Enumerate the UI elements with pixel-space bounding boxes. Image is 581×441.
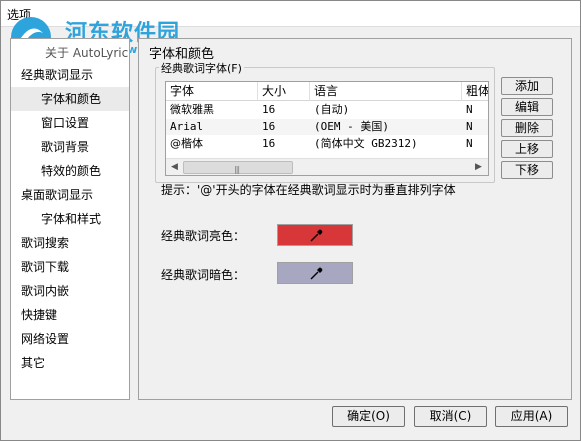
- bright-color-label: 经典歌词亮色：: [161, 229, 246, 243]
- cell-bold: N: [466, 120, 473, 133]
- nav-item[interactable]: 歌词下载: [11, 255, 129, 279]
- horizontal-scrollbar[interactable]: ◀ ||| ▶: [166, 158, 488, 175]
- column-size[interactable]: 大小: [258, 82, 310, 101]
- add-button[interactable]: 添加: [501, 77, 553, 95]
- cell-font: Arial: [170, 120, 204, 133]
- nav-item[interactable]: 特效的颜色: [11, 159, 129, 183]
- column-font[interactable]: 字体: [166, 82, 258, 101]
- scroll-right-icon[interactable]: ▶: [471, 160, 486, 175]
- column-language[interactable]: 语言: [310, 82, 462, 101]
- cancel-button[interactable]: 取消(C): [414, 406, 487, 427]
- hint-text: 提示：'@'开头的字体在经典歌词显示时为垂直排列字体: [161, 183, 456, 197]
- nav-item[interactable]: 桌面歌词显示: [11, 183, 129, 207]
- eyedropper-icon: [310, 267, 323, 280]
- nav-item[interactable]: 经典歌词显示: [11, 63, 129, 87]
- cell-language: (简体中文 GB2312): [314, 137, 418, 150]
- delete-button[interactable]: 删除: [501, 119, 553, 137]
- ok-button[interactable]: 确定(O): [332, 406, 405, 427]
- nav-item[interactable]: 快捷键: [11, 303, 129, 327]
- cell-bold: N: [466, 137, 473, 150]
- cell-language: (自动): [314, 103, 350, 116]
- cell-size: 16: [262, 137, 276, 150]
- eyedropper-icon: [310, 229, 323, 242]
- table-row[interactable]: @楷体 16 (简体中文 GB2312) N: [166, 136, 488, 152]
- cell-language: (OEM - 美国): [314, 120, 389, 133]
- move-up-button[interactable]: 上移: [501, 140, 553, 158]
- group-label: 经典歌词字体(F): [159, 60, 244, 76]
- bright-color-swatch[interactable]: [277, 224, 353, 246]
- nav-item[interactable]: 歌词内嵌: [11, 279, 129, 303]
- nav-item[interactable]: 字体和样式: [11, 207, 129, 231]
- nav-item[interactable]: 歌词背景: [11, 135, 129, 159]
- column-bold[interactable]: 粗体: [462, 82, 488, 101]
- font-list[interactable]: 字体 大小 语言 粗体 微软雅黑 16 (自动) N Arial 16 (OEM…: [165, 81, 489, 176]
- cell-size: 16: [262, 120, 276, 133]
- options-dialog: 选项 河东软件园 www.pc0359.cn 关于 AutoLyric 经典歌词…: [0, 0, 581, 441]
- scrollbar-thumb[interactable]: |||: [183, 161, 293, 174]
- scroll-left-icon[interactable]: ◀: [167, 160, 182, 175]
- dark-color-swatch[interactable]: [277, 262, 353, 284]
- dark-color-label: 经典歌词暗色：: [161, 268, 246, 282]
- nav-list: 经典歌词显示 字体和颜色 窗口设置 歌词背景 特效的颜色 桌面歌词显示 字体和样式 歌词搜索歌…: [11, 63, 129, 375]
- settings-nav: 关于 AutoLyric 经典歌词显示 字体和颜色 窗口设置 歌词背景 特效的颜色 桌面歌…: [10, 38, 130, 400]
- cell-size: 16: [262, 103, 276, 116]
- grip-icon: |||: [234, 165, 240, 174]
- move-down-button[interactable]: 下移: [501, 161, 553, 179]
- nav-item[interactable]: 歌词搜索: [11, 231, 129, 255]
- cell-font: 微软雅黑: [170, 103, 214, 116]
- nav-item[interactable]: 字体和颜色: [11, 87, 129, 111]
- nav-item[interactable]: 其它: [11, 351, 129, 375]
- nav-item[interactable]: 网络设置: [11, 327, 129, 351]
- table-row[interactable]: 微软雅黑 16 (自动) N: [166, 102, 488, 118]
- fonts-colors-panel: 字体和颜色 经典歌词字体(F) 字体 大小 语言 粗体 微软雅黑 16 (自动)…: [138, 38, 572, 400]
- nav-header-about[interactable]: 关于 AutoLyric: [11, 39, 129, 63]
- table-row[interactable]: Arial 16 (OEM - 美国) N: [166, 119, 488, 135]
- apply-button[interactable]: 应用(A): [495, 406, 568, 427]
- font-list-header: 字体 大小 语言 粗体: [166, 82, 488, 101]
- cell-font: @楷体: [170, 137, 203, 150]
- nav-item[interactable]: 窗口设置: [11, 111, 129, 135]
- cell-bold: N: [466, 103, 473, 116]
- edit-button[interactable]: 编辑: [501, 98, 553, 116]
